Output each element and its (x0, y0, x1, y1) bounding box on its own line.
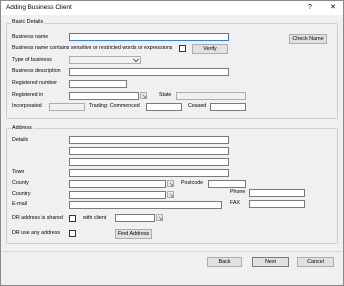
town-label: Town (12, 169, 25, 175)
email-input[interactable] (69, 201, 222, 209)
sensitive-words-checkbox[interactable] (179, 45, 186, 52)
county-label: County (12, 180, 29, 186)
lookup-icon (158, 216, 162, 220)
incorporated-label: Incorporated (12, 103, 42, 109)
business-description-input[interactable] (69, 68, 229, 76)
footer-bar (2, 252, 342, 285)
address-line-2-input[interactable] (69, 147, 229, 155)
county-lookup[interactable] (167, 180, 174, 187)
check-name-button[interactable]: Check Name (289, 34, 327, 44)
country-label: Country (12, 191, 31, 197)
trading-commenced-label: Trading: Commenced (89, 103, 140, 109)
next-button[interactable]: Next (252, 257, 289, 267)
registered-in-input[interactable] (69, 92, 139, 100)
find-address-button[interactable]: Find Address (115, 229, 152, 239)
with-client-lookup[interactable] (156, 214, 163, 221)
dr-any-label: DR use any address (12, 230, 60, 236)
with-client-input[interactable] (115, 214, 155, 222)
registered-in-label: Registered in (12, 92, 44, 98)
phone-input[interactable] (249, 189, 305, 197)
back-button[interactable]: Back (207, 257, 242, 267)
lookup-icon (169, 193, 173, 197)
trading-commenced-input[interactable] (146, 103, 182, 111)
address-line-1-input[interactable] (69, 136, 229, 144)
basic-details-legend: Basic Details (11, 19, 45, 25)
chevron-down-icon (133, 58, 139, 63)
dr-shared-label: DR address is shared (12, 215, 63, 221)
lookup-icon (169, 182, 173, 186)
registered-number-label: Registered number (12, 80, 58, 86)
cancel-button[interactable]: Cancel (297, 257, 334, 267)
details-label: Details (12, 137, 29, 143)
window-title: Adding Business Client (6, 4, 72, 11)
email-label: E-mail (12, 201, 28, 207)
business-type-select[interactable] (69, 56, 141, 64)
with-client-label: with client (83, 215, 107, 221)
registered-in-lookup[interactable] (140, 92, 147, 99)
county-input[interactable] (69, 180, 166, 188)
country-lookup[interactable] (167, 191, 174, 198)
address-line-4-input[interactable] (69, 169, 229, 177)
country-input[interactable] (69, 191, 166, 199)
business-name-input[interactable] (69, 33, 229, 41)
address-legend: Address (11, 125, 33, 131)
sensitive-words-label: Business name contains sensitive or rest… (12, 45, 173, 51)
incorporated-input[interactable] (49, 103, 85, 111)
fax-label: FAX (230, 200, 241, 206)
dr-any-checkbox[interactable] (69, 230, 76, 237)
business-type-label: Type of business (12, 57, 52, 63)
ceased-input[interactable] (210, 103, 246, 111)
postcode-label: Postcode (181, 180, 204, 186)
title-bar: Adding Business Client ? ✕ (1, 1, 343, 15)
state-label: State (159, 92, 172, 98)
verify-button[interactable]: Verify (192, 44, 228, 54)
close-button[interactable]: ✕ (327, 3, 339, 13)
state-input[interactable] (176, 92, 246, 100)
dialog-window: Adding Business Client ? ✕ Basic Details… (0, 0, 344, 286)
address-line-3-input[interactable] (69, 158, 229, 166)
ceased-label: Ceased (188, 103, 207, 109)
business-name-label: Business name (12, 34, 49, 40)
business-description-label: Business description (12, 68, 61, 74)
postcode-input[interactable] (208, 180, 246, 188)
dr-shared-checkbox[interactable] (69, 215, 76, 222)
registered-number-input[interactable] (69, 80, 127, 88)
fax-input[interactable] (249, 200, 305, 208)
phone-label: Phone (230, 189, 246, 195)
help-button[interactable]: ? (304, 3, 316, 13)
lookup-icon (142, 94, 146, 98)
